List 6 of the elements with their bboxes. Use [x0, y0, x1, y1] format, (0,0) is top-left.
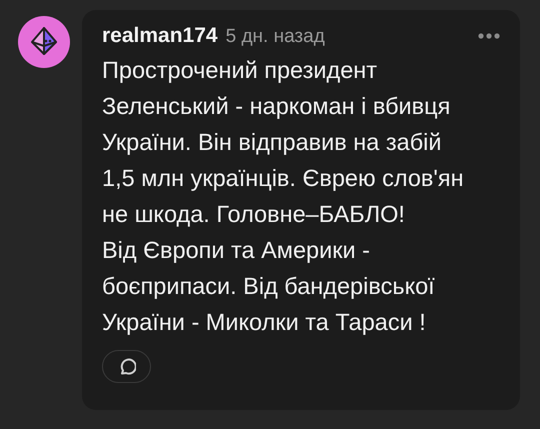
- avatar-icon: [18, 16, 70, 68]
- comment-time: 5 дн. назад: [226, 26, 325, 48]
- author-name[interactable]: realman174: [102, 24, 218, 48]
- more-icon[interactable]: [478, 33, 500, 39]
- comment-text: Прострочений президент Зеленський - наркоман і вбивця України. Він відправив на забій 1,5 млн українців. Єврею слов'ян не шкода. Головне–БАБЛО! Від Європи та Америки - боєприпаси. Від бандерівської України - Миколки та Тараси !: [102, 56, 465, 337]
- reply-button[interactable]: [102, 350, 151, 383]
